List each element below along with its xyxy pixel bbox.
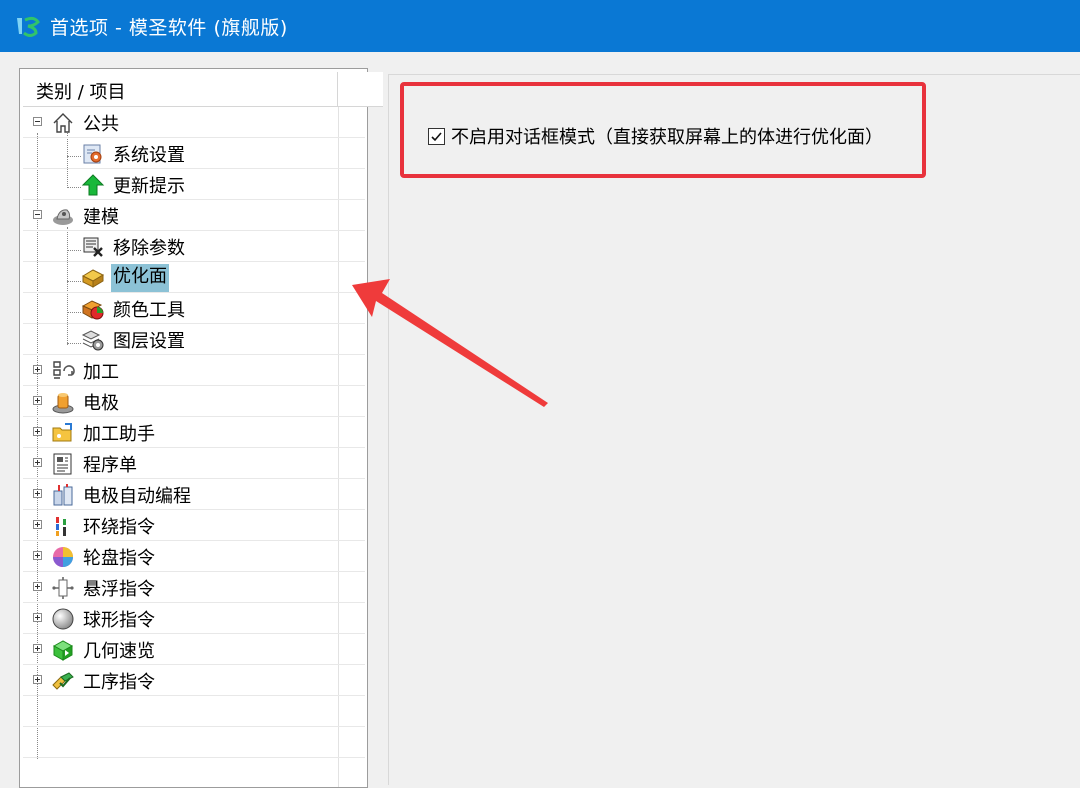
settings-content-panel: [388, 74, 1080, 785]
title-bar: 首选项 - 模圣软件 (旗舰版): [0, 0, 1080, 52]
tree-item-label: 电极: [83, 393, 119, 414]
tree-item-label: 颜色工具: [113, 300, 185, 321]
tree-item-update-notice[interactable]: 更新提示: [23, 169, 365, 200]
tree-item-system-settings[interactable]: 系统设置: [23, 138, 365, 169]
electrode-icon: [51, 390, 75, 414]
electrode-auto-program-icon: [51, 483, 75, 507]
tree-item-label: 更新提示: [113, 176, 185, 197]
tree-item-wheel-command[interactable]: 轮盘指令: [23, 541, 365, 572]
tree-item-remove-params[interactable]: 移除参数: [23, 231, 365, 262]
expand-toggle-icon[interactable]: [33, 644, 42, 653]
tree-item-machining-assistant[interactable]: 加工助手: [23, 417, 365, 448]
tree-column-header[interactable]: 类别 / 项目: [23, 72, 383, 107]
tree-item-label: 优化面: [111, 264, 169, 292]
sphere-command-icon: [51, 607, 75, 631]
expand-toggle-icon[interactable]: [33, 396, 42, 405]
expand-toggle-icon[interactable]: [33, 427, 42, 436]
tree-item-sphere-command[interactable]: 球形指令: [23, 603, 365, 634]
tree-item-label: 悬浮指令: [83, 579, 155, 600]
tree-item-machining[interactable]: 加工: [23, 355, 365, 386]
tree-item-label: 工序指令: [83, 672, 155, 693]
machining-icon: [51, 359, 75, 383]
modeling-icon: [51, 204, 75, 228]
tree-item-label: 环绕指令: [83, 517, 155, 538]
tree-empty-row: [23, 696, 365, 727]
tree-item-label: 球形指令: [83, 610, 155, 631]
tree-item-modeling[interactable]: 建模: [23, 200, 365, 231]
expand-toggle-icon[interactable]: [33, 489, 42, 498]
expand-toggle-icon[interactable]: [33, 365, 42, 374]
annotation-highlight-box: [400, 82, 926, 178]
tree-item-float-command[interactable]: 悬浮指令: [23, 572, 365, 603]
tree-item-label: 加工: [83, 362, 119, 383]
tree-item-electrode[interactable]: 电极: [23, 386, 365, 417]
expand-toggle-icon[interactable]: [33, 520, 42, 529]
tree-item-electrode-auto-program[interactable]: 电极自动编程: [23, 479, 365, 510]
tree-item-program-sheet[interactable]: 程序单: [23, 448, 365, 479]
category-tree[interactable]: 类别 / 项目 公共 系统设置 更新提示 建模 移除参数 优化面 颜色工具 图层…: [19, 68, 383, 788]
tree-item-layer-settings[interactable]: 图层设置: [23, 324, 365, 355]
program-sheet-icon: [51, 452, 75, 476]
annotation-arrow-icon: [352, 279, 548, 407]
remove-params-icon: [81, 235, 105, 259]
layer-settings-icon: [81, 328, 105, 352]
tree-item-common[interactable]: 公共: [23, 107, 365, 138]
collapse-toggle-icon[interactable]: [33, 210, 42, 219]
tree-item-label: 程序单: [83, 455, 137, 476]
tree-item-label: 图层设置: [113, 331, 185, 352]
tree-item-label: 公共: [83, 114, 119, 135]
system-settings-icon: [81, 142, 105, 166]
folder-assistant-icon: [51, 421, 75, 445]
expand-toggle-icon[interactable]: [33, 458, 42, 467]
geometry-preview-icon: [51, 638, 75, 662]
tree-item-label: 几何速览: [83, 641, 155, 662]
tree-item-label: 电极自动编程: [83, 486, 191, 507]
tree-item-optimize-face[interactable]: 优化面: [23, 262, 365, 293]
color-tool-icon: [81, 297, 105, 321]
process-command-icon: [51, 669, 75, 693]
tree-empty-row: [23, 727, 365, 758]
expand-toggle-icon[interactable]: [33, 613, 42, 622]
wheel-command-icon: [51, 545, 75, 569]
home-icon: [51, 111, 75, 135]
header-separator: [337, 72, 338, 106]
green-up-arrow-icon: [81, 173, 105, 197]
tree-item-process-command[interactable]: 工序指令: [23, 665, 365, 696]
tree-header-label: 类别 / 项目: [36, 82, 126, 103]
expand-toggle-icon[interactable]: [33, 551, 42, 560]
tree-item-color-tool[interactable]: 颜色工具: [23, 293, 365, 324]
tree-item-label: 移除参数: [113, 238, 185, 259]
tree-item-label: 轮盘指令: [83, 548, 155, 569]
tree-item-surround-command[interactable]: 环绕指令: [23, 510, 365, 541]
expand-toggle-icon[interactable]: [33, 675, 42, 684]
tree-item-label: 建模: [83, 207, 119, 228]
collapse-toggle-icon[interactable]: [33, 117, 42, 126]
float-command-icon: [51, 576, 75, 600]
tree-item-geometry-preview[interactable]: 几何速览: [23, 634, 365, 665]
tree-item-label: 系统设置: [113, 145, 185, 166]
expand-toggle-icon[interactable]: [33, 582, 42, 591]
surround-command-icon: [51, 514, 75, 538]
optimize-face-icon: [81, 266, 105, 290]
tree-item-label: 加工助手: [83, 424, 155, 445]
app-logo-icon: [14, 13, 42, 39]
window-title: 首选项 - 模圣软件 (旗舰版): [50, 16, 288, 39]
